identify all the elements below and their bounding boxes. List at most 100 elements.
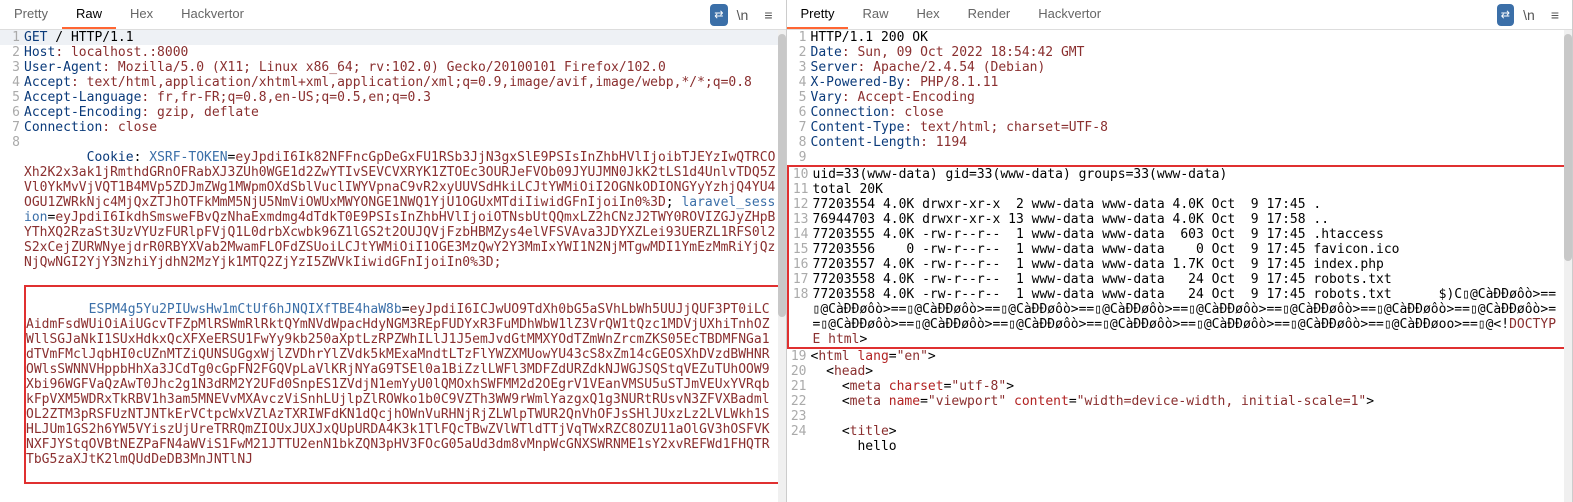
line-number: 23 xyxy=(787,409,811,424)
line-number: 4 xyxy=(787,75,811,90)
source-line: <html lang="en"> xyxy=(811,349,1573,364)
request-editor[interactable]: 1GET / HTTP/1.12Host: localhost.:80003Us… xyxy=(0,30,786,502)
tab-hackvertor[interactable]: Hackvertor xyxy=(167,0,258,29)
tab-hex[interactable]: Hex xyxy=(116,0,167,29)
line-number: 15 xyxy=(789,242,813,257)
line-number: 8 xyxy=(787,135,811,150)
line-number: 9 xyxy=(787,150,811,165)
tab-hackvertor[interactable]: Hackvertor xyxy=(1024,0,1115,29)
wrap-icon[interactable]: \n xyxy=(732,4,754,26)
line-number: 8 xyxy=(0,135,24,285)
header-value: : PHP/8.1.11 xyxy=(904,75,998,90)
line-number: 2 xyxy=(0,45,24,60)
menu-icon[interactable]: ≡ xyxy=(758,4,780,26)
tab-hex[interactable]: Hex xyxy=(902,0,953,29)
wrap-icon[interactable]: \n xyxy=(1518,4,1540,26)
injected-cookie-box: ESPM4g5Yu2PIUwsHw1mCtUf6hJNQIXfTBE4haW8b… xyxy=(24,285,786,484)
line-number: 19 xyxy=(787,349,811,364)
convert-icon[interactable]: ⇄ xyxy=(1497,4,1514,26)
line-number: 2 xyxy=(787,45,811,60)
output-line: 77203554 4.0K drwxr-xr-x 2 www-data www-… xyxy=(813,197,1571,212)
line-number: 7 xyxy=(787,120,811,135)
line-number: 13 xyxy=(789,212,813,227)
line-number: 6 xyxy=(0,105,24,120)
header-value: : close xyxy=(889,105,944,120)
eq: = xyxy=(402,302,410,317)
request-line: / HTTP/1.1 xyxy=(47,30,133,45)
convert-icon[interactable]: ⇄ xyxy=(710,4,727,26)
header-value: : fr,fr-FR;q=0.8,en-US;q=0.5,en;q=0.3 xyxy=(141,90,431,105)
output-line: uid=33(www-data) gid=33(www-data) groups… xyxy=(813,167,1571,182)
header-value: : close xyxy=(102,120,157,135)
line-number: 5 xyxy=(787,90,811,105)
header-name: Accept-Encoding xyxy=(24,105,141,120)
cookie-name-xsrf: XSRF-TOKEN xyxy=(149,150,227,165)
tab-pretty[interactable]: Pretty xyxy=(787,0,849,29)
line-number: 20 xyxy=(787,364,811,379)
output-line: 76944703 4.0K drwxr-xr-x 13 www-data www… xyxy=(813,212,1571,227)
menu-icon[interactable]: ≡ xyxy=(1544,4,1566,26)
line-number: 3 xyxy=(0,60,24,75)
response-pane: Pretty Raw Hex Render Hackvertor ⇄ \n ≡ … xyxy=(787,0,1573,502)
line-number: 1 xyxy=(0,30,24,45)
tab-raw[interactable]: Raw xyxy=(62,0,116,29)
line-number: 16 xyxy=(789,257,813,272)
source-line: <title> xyxy=(811,424,1573,439)
output-line: 77203557 4.0K -rw-r--r-- 1 www-data www-… xyxy=(813,257,1571,272)
line-number: 10 xyxy=(789,167,813,182)
line-number: 7 xyxy=(0,120,24,135)
cookie-value-injected: eyJpdiI6ICJwUO9TdXh0bG5aSVhLbWh5UUJjQUF3… xyxy=(26,302,770,467)
header-name: Vary xyxy=(811,90,842,105)
body-text: hello xyxy=(811,439,1573,454)
tab-render[interactable]: Render xyxy=(954,0,1025,29)
header-value: : Accept-Encoding xyxy=(842,90,975,105)
command-output-box: 10uid=33(www-data) gid=33(www-data) grou… xyxy=(787,165,1573,349)
line-number: 1 xyxy=(787,30,811,45)
cookie-value-session: eyJpdiI6IkdhSmsweFBvQzNhaExmdmg4dTdkT0E9… xyxy=(24,210,775,270)
header-name: Server xyxy=(811,60,858,75)
header-name: Accept xyxy=(24,75,71,90)
header-value: : 1194 xyxy=(920,135,967,150)
sep: : xyxy=(134,150,150,165)
scrollbar[interactable] xyxy=(1564,30,1572,502)
line-number: 4 xyxy=(0,75,24,90)
header-name: Content-Type xyxy=(811,120,905,135)
source-line: <meta name="viewport" content="width=dev… xyxy=(811,394,1573,409)
header-name: User-Agent xyxy=(24,60,102,75)
source-line xyxy=(811,409,1573,424)
scrollbar[interactable] xyxy=(778,30,786,502)
line-number: 6 xyxy=(787,105,811,120)
header-value: : text/html; charset=UTF-8 xyxy=(904,120,1108,135)
header-value: : Sun, 09 Oct 2022 18:54:42 GMT xyxy=(842,45,1085,60)
header-value: : Apache/2.4.54 (Debian) xyxy=(857,60,1045,75)
output-line: 77203558 4.0K -rw-r--r-- 1 www-data www-… xyxy=(813,287,1557,332)
header-name: Cookie xyxy=(87,150,134,165)
request-tabs: Pretty Raw Hex Hackvertor ⇄ \n ≡ xyxy=(0,0,786,30)
line-number: 24 xyxy=(787,424,811,439)
header-name: Connection xyxy=(811,105,889,120)
line-number: 17 xyxy=(789,272,813,287)
status-line xyxy=(811,150,1573,165)
line-number: 3 xyxy=(787,60,811,75)
header-name: GET xyxy=(24,30,47,45)
header-value: : gzip, deflate xyxy=(141,105,258,120)
status-line: HTTP/1.1 200 OK xyxy=(811,30,1573,45)
header-name: Content-Length xyxy=(811,135,921,150)
tab-pretty[interactable]: Pretty xyxy=(0,0,62,29)
sep: ; xyxy=(666,195,682,210)
response-editor[interactable]: 1HTTP/1.1 200 OK2Date: Sun, 09 Oct 2022 … xyxy=(787,30,1573,502)
header-name: X-Powered-By xyxy=(811,75,905,90)
source-line: <head> xyxy=(811,364,1573,379)
line-number: 18 xyxy=(789,287,813,347)
source-line: <meta charset="utf-8"> xyxy=(811,379,1573,394)
tab-raw[interactable]: Raw xyxy=(848,0,902,29)
line-number: 11 xyxy=(789,182,813,197)
line-number: 12 xyxy=(789,197,813,212)
header-value: : localhost.:8000 xyxy=(55,45,188,60)
output-line: 77203556 0 -rw-r--r-- 1 www-data www-dat… xyxy=(813,242,1571,257)
request-pane: Pretty Raw Hex Hackvertor ⇄ \n ≡ 1GET / … xyxy=(0,0,787,502)
header-name: Connection xyxy=(24,120,102,135)
line-number: 22 xyxy=(787,394,811,409)
output-line: 77203555 4.0K -rw-r--r-- 1 www-data www-… xyxy=(813,227,1571,242)
header-name: Date xyxy=(811,45,842,60)
